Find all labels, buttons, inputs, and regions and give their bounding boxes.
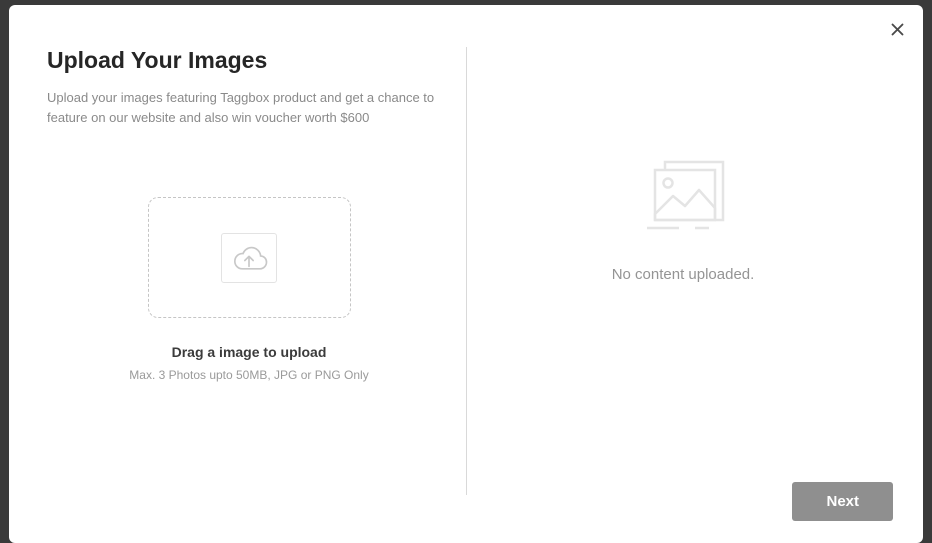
cloud-upload-icon [229, 243, 269, 273]
modal-footer: Next [792, 482, 893, 521]
file-dropzone[interactable] [148, 197, 351, 318]
page-title: Upload Your Images [47, 47, 451, 74]
image-placeholder-icon [633, 152, 733, 242]
dropzone-label: Drag a image to upload [172, 344, 327, 360]
cloud-icon-box [221, 233, 277, 283]
empty-state-label: No content uploaded. [612, 266, 755, 283]
upload-panel: Upload Your Images Upload your images fe… [47, 47, 481, 525]
vertical-divider [466, 47, 467, 495]
preview-panel: No content uploaded. [481, 47, 885, 525]
dropzone-hint: Max. 3 Photos upto 50MB, JPG or PNG Only [129, 368, 368, 382]
dropzone-container: Drag a image to upload Max. 3 Photos upt… [47, 197, 451, 382]
upload-modal: Upload Your Images Upload your images fe… [9, 5, 923, 543]
close-button[interactable] [885, 17, 909, 41]
close-icon [890, 22, 905, 37]
modal-content: Upload Your Images Upload your images fe… [9, 5, 923, 543]
next-button[interactable]: Next [792, 482, 893, 521]
page-subtitle: Upload your images featuring Taggbox pro… [47, 88, 451, 127]
empty-state-illustration [633, 152, 733, 242]
